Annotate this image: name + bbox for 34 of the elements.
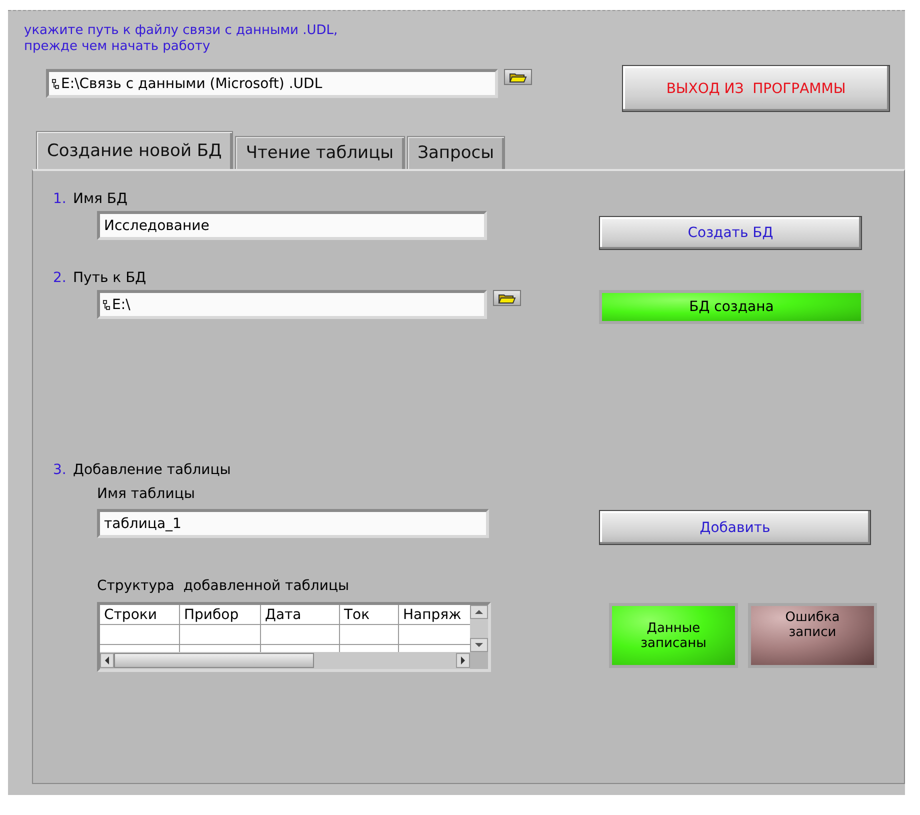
status-led: Данные записаны [609,603,738,668]
browse-button[interactable] [493,290,521,306]
column-header: Прибор [180,605,261,625]
path-field[interactable]: E:\ [97,290,487,319]
status-led: Ошибка записи [748,603,877,668]
table-caption: Структура добавленной таблицы [97,578,350,594]
step-number: 3. [53,462,68,478]
column-header: Ток [340,605,399,625]
status-led: БД создана [599,290,864,324]
folder-icon [498,292,516,304]
add-button[interactable]: Добавить [599,510,871,545]
path-icon [103,300,110,310]
instruction-text: укажите путь к файлу связи с данными .UDL, прежде чем начать работу [24,23,339,55]
horizontal-scrollbar[interactable] [100,652,470,669]
step-label: Путь к БД [73,270,146,286]
step-number: 2. [53,270,68,286]
tab[interactable]: Чтение таблицы [234,136,405,169]
tab[interactable]: Создание новой БД [36,131,233,169]
step-number: 1. [53,191,68,207]
step-label: Имя БД [73,191,128,207]
tab[interactable]: Запросы [406,136,506,169]
column-header: Строки [100,605,180,625]
column-header: Дата [261,605,340,625]
scrollbar-thumb[interactable] [114,653,314,668]
create-db-button[interactable]: Создать БД [599,216,862,250]
step-label: Добавление таблицы [73,462,231,478]
path-icon [52,78,59,88]
browse-button[interactable] [504,69,532,85]
text-field[interactable]: Исследование [97,211,487,240]
field-label: Имя таблицы [97,486,196,502]
folder-icon [509,72,527,82]
text-field[interactable]: таблица_1 [97,509,489,538]
vertical-scrollbar[interactable] [470,605,488,652]
path-field[interactable]: E:\Связь с данными (Microsoft) .UDL [46,69,498,98]
